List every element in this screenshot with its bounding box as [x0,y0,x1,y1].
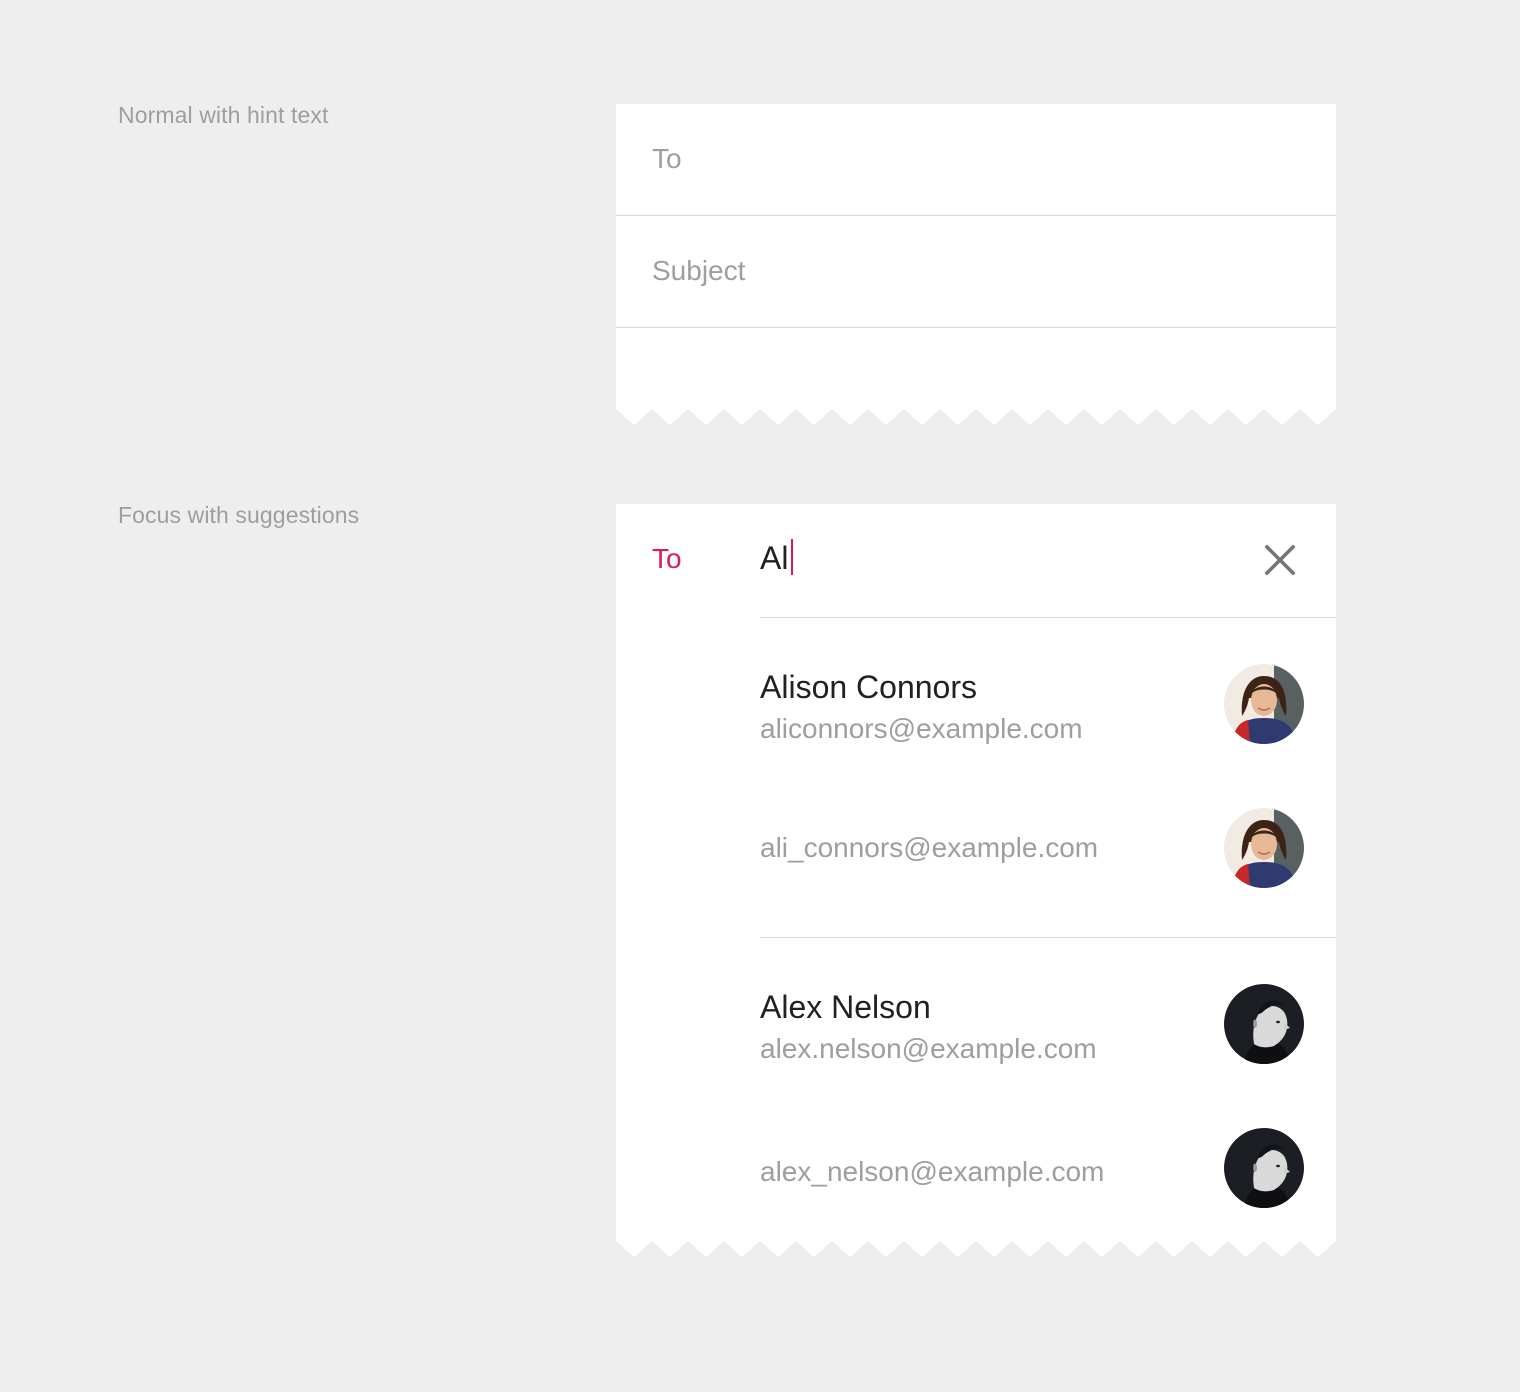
suggestion-email: alex_nelson@example.com [760,1156,1105,1187]
to-input-value[interactable]: Al [760,542,788,574]
suggestion-email: alex.nelson@example.com [760,1033,1097,1064]
to-label-focused: To [652,543,682,574]
torn-edge [616,409,1336,425]
close-icon [1264,544,1296,576]
woman-avatar [1224,808,1304,888]
suggestion-item[interactable]: Alison Connors aliconnors@example.com [616,618,1336,778]
compose-card-normal: To Subject [616,104,1336,425]
compose-card-focus: To Al Alison Connors aliconnors@example.… [616,504,1336,1257]
suggestion-email: aliconnors@example.com [760,713,1083,744]
suggestion-name: Alex Nelson [760,989,931,1025]
man-avatar [1224,1128,1304,1208]
suggestion-item[interactable]: ali_connors@example.com [616,778,1336,936]
message-body-area[interactable] [616,328,1336,408]
suggestion-name: Alison Connors [760,669,977,705]
suggestion-item[interactable]: Alex Nelson alex.nelson@example.com [616,938,1336,1098]
to-input[interactable] [760,524,1240,596]
to-field[interactable]: To [616,104,1336,216]
suggestion-email: ali_connors@example.com [760,832,1099,863]
man-avatar [1224,984,1304,1064]
woman-avatar [1224,664,1304,744]
torn-edge [616,1241,1336,1257]
section-label-focus: Focus with suggestions [118,502,360,528]
clear-button[interactable] [1260,540,1300,580]
subject-hint: Subject [652,255,746,286]
subject-field[interactable]: Subject [616,216,1336,328]
suggestion-item[interactable]: alex_nelson@example.com [616,1098,1336,1238]
section-label-normal: Normal with hint text [118,102,329,128]
text-caret [791,539,793,575]
to-hint: To [652,143,682,174]
